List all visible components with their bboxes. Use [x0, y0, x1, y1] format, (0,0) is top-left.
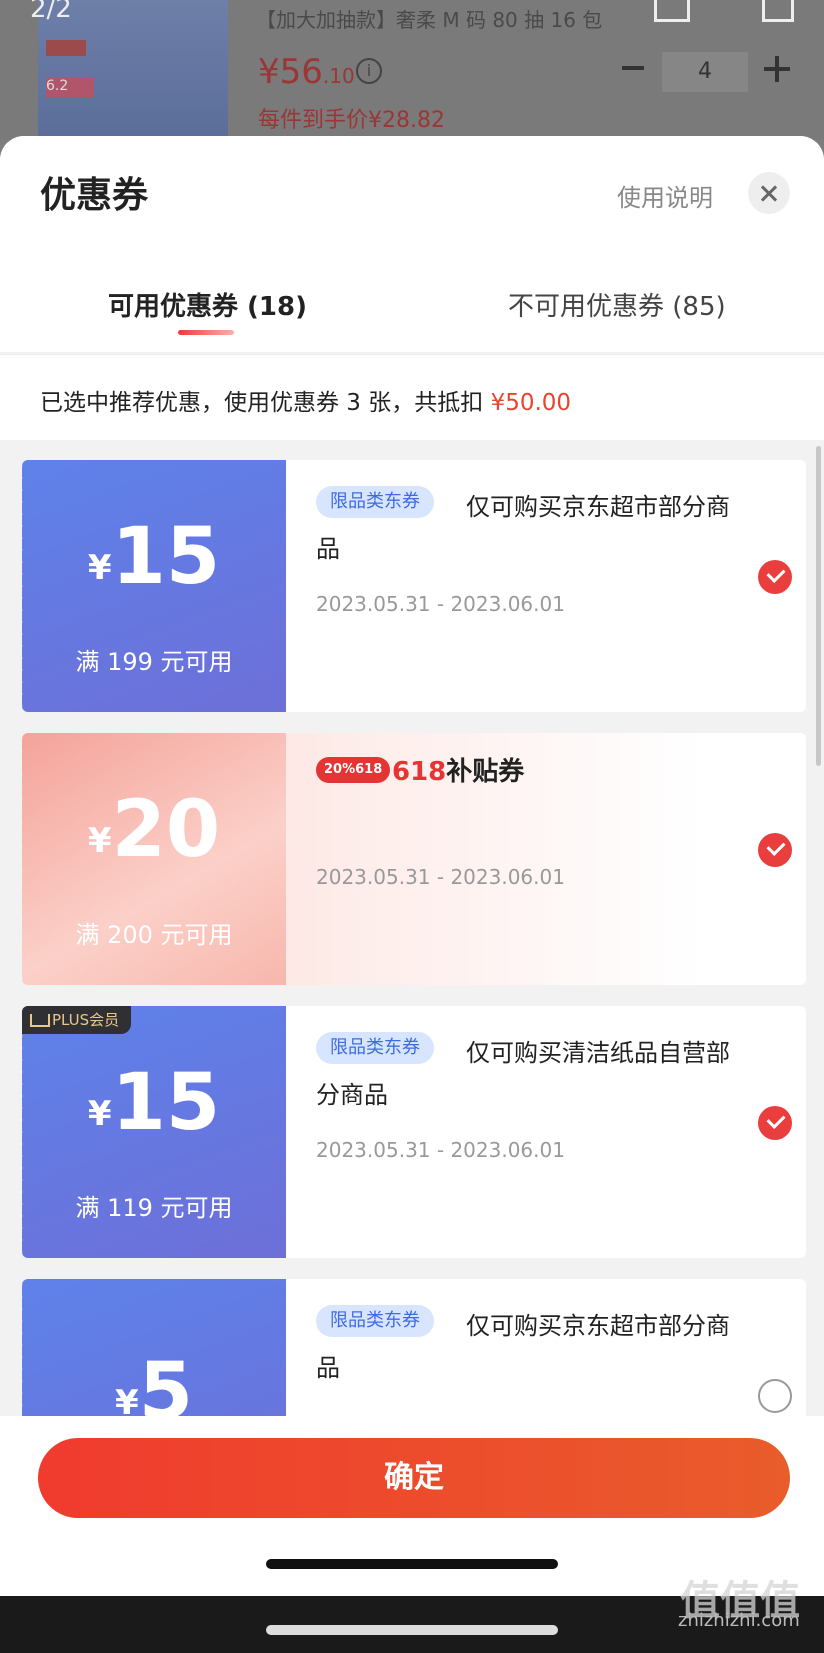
coupon-validity: 2023.05.31 - 2023.06.01 — [316, 865, 565, 889]
quantity-field[interactable]: 4 — [662, 52, 748, 92]
minus-icon[interactable] — [622, 66, 644, 70]
price-main: ¥56 — [258, 52, 323, 92]
coupon-sheet: 优惠券 使用说明 可用优惠券 (18) 不可用优惠券 (85) 已选中推荐优惠，… — [0, 136, 824, 1653]
sheet-header: 优惠券 使用说明 可用优惠券 (18) 不可用优惠券 (85) — [0, 136, 824, 352]
coupon-list: ¥15 满 199 元可用 仅可购买京东超市部分商品 限品类东券 2023.05… — [22, 460, 806, 1552]
coupon-condition: 满 119 元可用 — [75, 1194, 233, 1222]
thumbnail-price-badge: 6.2 — [46, 78, 94, 98]
currency-symbol: ¥ — [87, 821, 112, 861]
coupon-amount-value: 15 — [111, 512, 221, 602]
coupon-condition: 满 199 元可用 — [75, 648, 233, 676]
download-icon[interactable] — [654, 0, 690, 22]
coupon-amount: ¥15 — [22, 512, 286, 602]
coupon-card[interactable]: ¥20 满 200 元可用 20%618 618补贴券 2023.05.31 -… — [22, 733, 806, 985]
thumbnail-detail — [46, 40, 86, 56]
selection-summary: 已选中推荐优惠，使用优惠券 3 张，共抵扣 ¥50.00 — [0, 354, 824, 440]
usage-instructions-link[interactable]: 使用说明 — [617, 178, 713, 213]
coupon-card[interactable]: PLUS会员 ¥15 满 119 元可用 仅可购买清洁纸品自营部分商品 限品类东… — [22, 1006, 806, 1258]
coupon-value-panel: ¥15 满 119 元可用 — [22, 1006, 286, 1258]
coupon-card[interactable]: ¥15 满 199 元可用 仅可购买京东超市部分商品 限品类东券 2023.05… — [22, 460, 806, 712]
checked-icon[interactable] — [758, 560, 792, 594]
coupon-value-panel: ¥20 满 200 元可用 — [22, 733, 286, 985]
coupon-amount: ¥20 — [22, 785, 286, 875]
watermark-text: zhizhizhi.com — [678, 1610, 800, 1631]
coupon-title: 618补贴券 — [392, 751, 524, 788]
product-title: 【加大加抽款】奢柔 M 码 80 抽 16 包 — [256, 8, 603, 32]
price-decimal: .10 — [322, 64, 355, 88]
coupon-condition: 满 200 元可用 — [75, 921, 233, 949]
info-icon[interactable]: i — [356, 58, 382, 84]
home-indicator — [266, 1559, 558, 1569]
coupon-amount: ¥15 — [22, 1058, 286, 1148]
plus-icon[interactable] — [764, 56, 790, 82]
close-icon[interactable] — [748, 172, 790, 214]
active-tab-indicator — [178, 330, 234, 335]
tab-available-coupons[interactable]: 可用优惠券 (18) — [108, 286, 307, 323]
summary-text: 已选中推荐优惠，使用优惠券 3 张，共抵扣 ¥50.00 — [40, 383, 571, 417]
coupon-category-tag: 限品类东券 — [316, 486, 434, 518]
coupon-validity: 2023.05.31 - 2023.06.01 — [316, 592, 565, 616]
coupon-category-tag: 限品类东券 — [316, 1032, 434, 1064]
tab-unavailable-coupons[interactable]: 不可用优惠券 (85) — [508, 286, 726, 323]
coupon-amount-value: 15 — [111, 1058, 221, 1148]
checked-icon[interactable] — [758, 1106, 792, 1140]
share-icon[interactable] — [762, 0, 794, 22]
coupon-category-tag: 限品类东券 — [316, 1305, 434, 1337]
coupon-value-panel: ¥15 满 199 元可用 — [22, 460, 286, 712]
scrollbar[interactable] — [816, 446, 821, 766]
coupon-validity: 2023.05.31 - 2023.06.01 — [316, 1138, 565, 1162]
plus-member-badge: PLUS会员 — [22, 1006, 132, 1034]
currency-symbol: ¥ — [87, 1094, 112, 1134]
per-item-price: 每件到手价¥28.82 — [258, 108, 445, 133]
sheet-title: 优惠券 — [40, 175, 149, 216]
home-indicator-bar — [266, 1625, 558, 1635]
confirm-button[interactable]: 确定 — [38, 1438, 790, 1518]
coupon-title-text: 补贴券 — [446, 757, 525, 787]
currency-symbol: ¥ — [87, 548, 112, 588]
coupon-details: 仅可购买清洁纸品自营部分商品 限品类东券 2023.05.31 - 2023.0… — [286, 1006, 806, 1258]
summary-amount: ¥50.00 — [490, 390, 572, 416]
618-badge-icon: 20%618 — [316, 757, 391, 783]
product-price: ¥56.10 — [258, 52, 355, 92]
coupon-details: 20%618 618补贴券 2023.05.31 - 2023.06.01 — [286, 733, 806, 985]
checked-icon[interactable] — [758, 833, 792, 867]
coupon-details: 仅可购买京东超市部分商品 限品类东券 2023.05.31 - 2023.06.… — [286, 460, 806, 712]
unchecked-icon[interactable] — [758, 1379, 792, 1413]
summary-prefix: 已选中推荐优惠，使用优惠券 3 张，共抵扣 — [40, 390, 491, 416]
coupon-amount-value: 20 — [111, 785, 221, 875]
image-counter: 2/2 — [30, 0, 72, 24]
coupon-title-highlight: 618 — [392, 757, 447, 787]
background-product-panel: 6.2 2/2 【加大加抽款】奢柔 M 码 80 抽 16 包 ¥56.10 i… — [0, 0, 824, 140]
